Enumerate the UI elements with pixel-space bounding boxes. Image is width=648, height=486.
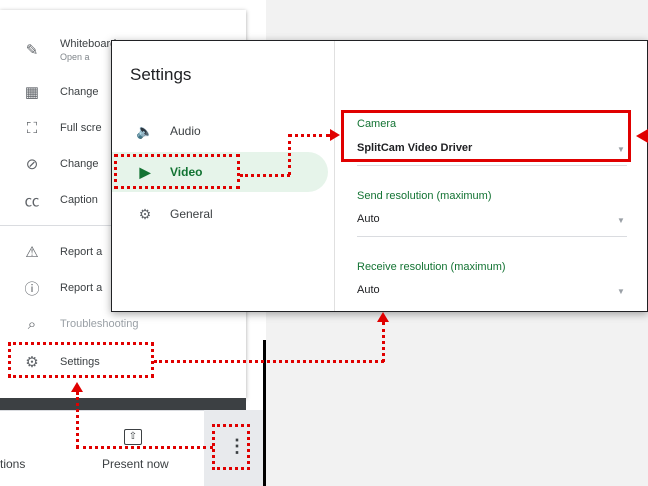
connector-line	[382, 322, 385, 362]
connector-line	[154, 360, 384, 363]
menu-item-label: Whiteboard	[60, 38, 117, 50]
captions-icon: ㏄	[24, 192, 40, 210]
connector-line	[240, 174, 290, 177]
more-options-highlight-box	[212, 424, 250, 470]
camera-highlight-box	[341, 110, 631, 162]
nav-item-general[interactable]: ⚙ General	[112, 194, 328, 234]
field-underline	[357, 165, 627, 166]
present-now-button[interactable]: Present now	[102, 457, 169, 471]
arrow-left-icon	[636, 129, 648, 143]
menu-item-label: Report a	[60, 246, 103, 258]
speaker-icon: 🔈	[136, 122, 154, 139]
video-highlight-box	[114, 154, 240, 189]
nav-item-label: General	[170, 207, 213, 221]
arrow-up-icon	[71, 382, 83, 392]
menu-item-sublabel: Open a	[60, 52, 90, 62]
arrow-right-icon	[330, 129, 340, 141]
menu-item-label: Caption	[60, 194, 98, 206]
background-effects-icon: ⊘	[25, 156, 39, 173]
connector-line	[288, 134, 330, 137]
report-feedback-icon: ⚠	[25, 244, 39, 261]
connector-line	[76, 392, 79, 448]
gear-icon: ⚙	[138, 205, 152, 222]
layout-icon: ▦	[24, 84, 40, 101]
chevron-down-icon: ▼	[617, 287, 625, 296]
connector-line	[76, 446, 213, 449]
send-resolution-label: Send resolution (maximum)	[357, 190, 492, 202]
arrow-up-icon	[377, 312, 389, 322]
activities-button-label[interactable]: tions	[0, 457, 25, 471]
connector-line	[288, 134, 291, 175]
video-strip	[0, 398, 246, 410]
settings-highlight-box	[8, 342, 154, 378]
settings-title: Settings	[130, 65, 192, 84]
menu-item-label: Change	[60, 158, 99, 170]
field-underline	[357, 236, 627, 237]
menu-item-label: Report a	[60, 282, 103, 294]
fullscreen-icon: ⛶	[26, 119, 38, 137]
menu-item-label: Full scre	[60, 122, 102, 134]
send-resolution-value: Auto	[357, 213, 380, 225]
pencil-icon: ✎	[25, 42, 39, 59]
report-abuse-icon: ⓘ	[24, 280, 40, 298]
receive-resolution-label: Receive resolution (maximum)	[357, 261, 506, 273]
nav-item-audio[interactable]: 🔈 Audio	[112, 111, 328, 151]
troubleshooting-icon: ⌕	[27, 315, 37, 333]
present-icon[interactable]: ⇧	[124, 429, 142, 445]
nav-item-label: Audio	[170, 124, 201, 138]
receive-resolution-value: Auto	[357, 284, 380, 296]
chevron-down-icon: ▼	[617, 216, 625, 225]
menu-item-label: Change	[60, 86, 99, 98]
menu-item-label: Troubleshooting	[60, 318, 139, 330]
